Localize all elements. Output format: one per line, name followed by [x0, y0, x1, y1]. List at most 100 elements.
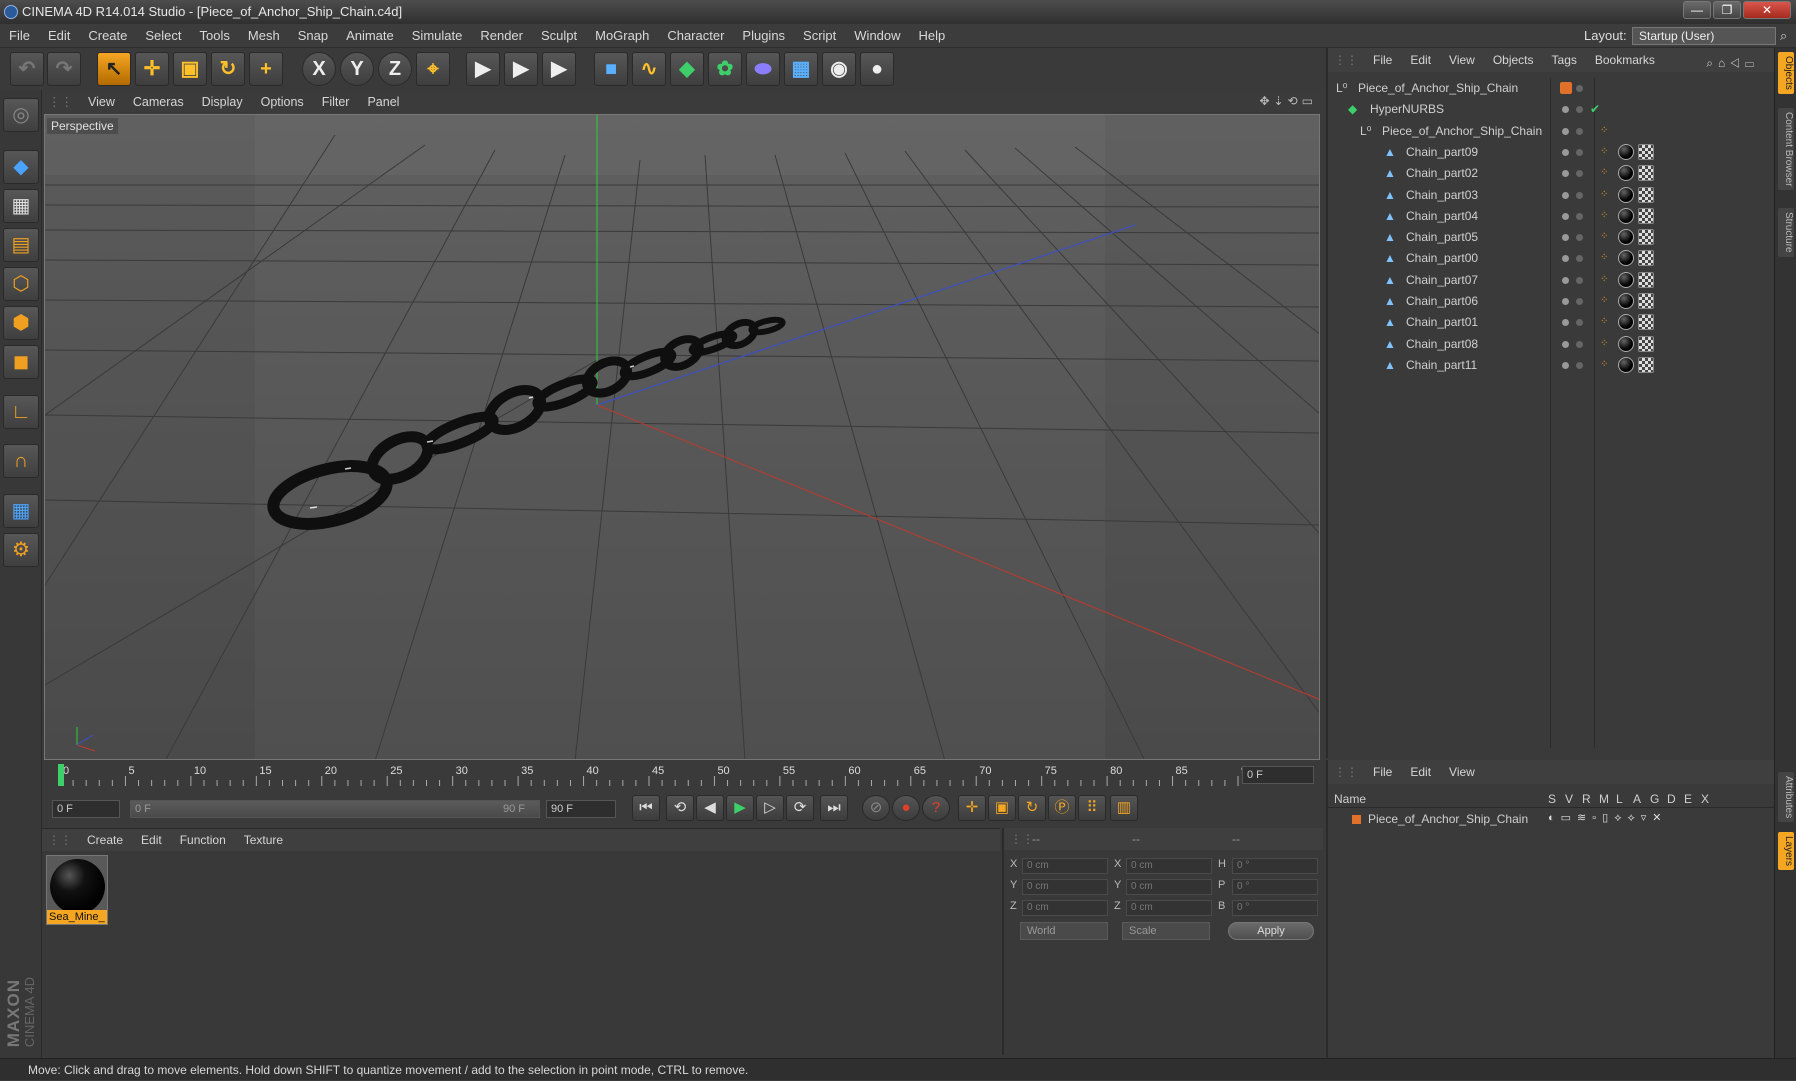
menu-sculpt[interactable]: Sculpt [532, 24, 586, 48]
model-mode-icon[interactable]: ◆ [3, 150, 39, 184]
render-visibility-icon[interactable] [1576, 127, 1583, 135]
texture-tag-icon[interactable] [1638, 314, 1654, 331]
editor-visibility-icon[interactable] [1562, 340, 1569, 348]
menu-window[interactable]: Window [845, 24, 909, 48]
polygons-mode-icon[interactable]: ◼ [3, 345, 39, 379]
texture-tag-icon[interactable] [1638, 165, 1654, 182]
rot-p-field[interactable]: 0 ° [1232, 879, 1318, 895]
viewport-menu-options[interactable]: Options [252, 90, 313, 114]
material-tag-icon[interactable] [1618, 314, 1634, 331]
render-visibility-icon[interactable] [1576, 340, 1583, 348]
object-menu-objects[interactable]: Objects [1484, 48, 1543, 72]
render-visibility-icon[interactable] [1576, 361, 1583, 369]
pos-y-field[interactable]: 0 cm [1022, 879, 1108, 895]
viewport-menu-display[interactable]: Display [193, 90, 252, 114]
editor-visibility-icon[interactable] [1562, 191, 1569, 199]
tab-attributes[interactable]: Attributes [1778, 772, 1794, 823]
material-tag-icon[interactable] [1618, 229, 1634, 246]
phong-tag-icon[interactable]: ⁘ [1600, 334, 1608, 354]
object-row[interactable]: ▲ Chain_part06 ⁘ [1328, 291, 1774, 311]
autokey-icon[interactable]: ? [922, 795, 950, 821]
editor-visibility-icon[interactable] [1562, 170, 1569, 178]
y-axis-lock-button[interactable]: Y [340, 52, 374, 86]
tab-layers[interactable]: Layers [1778, 832, 1794, 871]
size-z-field[interactable]: 0 cm [1126, 900, 1212, 916]
viewport-nav-icons[interactable]: ✥⇣⟲▭ [1259, 94, 1317, 108]
menu-select[interactable]: Select [136, 24, 190, 48]
phong-tag-icon[interactable]: ⁘ [1600, 248, 1608, 268]
play-button[interactable]: ▶ [726, 795, 754, 821]
texture-tag-icon[interactable] [1638, 335, 1654, 352]
material-tag-icon[interactable] [1618, 271, 1634, 288]
points-mode-icon[interactable]: ⬡ [3, 267, 39, 301]
material-menu-create[interactable]: Create [78, 829, 132, 851]
menu-mesh[interactable]: Mesh [239, 24, 289, 48]
render-visibility-icon[interactable] [1576, 276, 1583, 284]
phong-tag-icon[interactable]: ⁘ [1600, 163, 1608, 183]
material-tag-icon[interactable] [1618, 207, 1634, 224]
editor-visibility-icon[interactable] [1562, 234, 1569, 242]
render-visibility-icon[interactable] [1576, 234, 1583, 242]
phong-tag-icon[interactable]: ⁘ [1600, 291, 1608, 311]
editor-visibility-icon[interactable] [1562, 212, 1569, 220]
camera-button[interactable]: ◉ [822, 52, 856, 86]
material-menu-function[interactable]: Function [171, 829, 235, 851]
object-row[interactable]: ▲ Chain_part01 ⁘ [1328, 312, 1774, 332]
move-tool-button[interactable]: ✛ [135, 52, 169, 86]
object-row[interactable]: ▲ Chain_part09 ⁘ [1328, 142, 1774, 162]
object-row[interactable]: ▲ Chain_part07 ⁘ [1328, 270, 1774, 290]
coordinate-mode-dropdown[interactable]: World [1020, 922, 1108, 940]
layer-column-s[interactable]: S [1548, 792, 1556, 806]
render-visibility-icon[interactable] [1576, 170, 1583, 178]
viewport-menu-panel[interactable]: Panel [358, 90, 408, 114]
viewport-menu-cameras[interactable]: Cameras [124, 90, 193, 114]
live-selection-button[interactable]: ↖ [97, 52, 131, 86]
cube-object-button[interactable]: ■ [594, 52, 628, 86]
render-visibility-icon[interactable] [1576, 106, 1583, 114]
render-visibility-icon[interactable] [1576, 191, 1583, 199]
planar-workplane-icon[interactable]: ⚙ [3, 533, 39, 567]
texture-mode-icon[interactable]: ▦ [3, 189, 39, 223]
key-param-icon[interactable]: Ⓟ [1048, 795, 1076, 821]
start-frame-field[interactable]: 0 F [52, 800, 120, 818]
texture-tag-icon[interactable] [1638, 356, 1654, 373]
phong-tag-icon[interactable]: ⁘ [1600, 206, 1608, 226]
recent-tool-button[interactable]: + [249, 52, 283, 86]
key-scale-icon[interactable]: ▣ [988, 795, 1016, 821]
rotate-tool-button[interactable]: ↻ [211, 52, 245, 86]
search-icon[interactable]: ⌕ [1780, 28, 1787, 44]
editor-visibility-icon[interactable] [1562, 298, 1569, 305]
layer-column-v[interactable]: V [1565, 792, 1573, 806]
pos-x-field[interactable]: 0 cm [1022, 858, 1108, 874]
render-visibility-icon[interactable] [1576, 85, 1583, 92]
viewport-menu-filter[interactable]: Filter [313, 90, 359, 114]
make-editable-icon[interactable]: ◎ [3, 98, 39, 132]
texture-tag-icon[interactable] [1638, 229, 1654, 246]
apply-button[interactable]: Apply [1228, 922, 1314, 940]
x-axis-lock-button[interactable]: X [302, 52, 336, 86]
object-row[interactable]: ▲ Chain_part03 ⁘ [1328, 185, 1774, 205]
menu-edit[interactable]: Edit [39, 24, 79, 48]
phong-tag-icon[interactable]: ⁘ [1600, 185, 1608, 205]
object-row[interactable]: ▲ Chain_part04 ⁘ [1328, 206, 1774, 226]
layer-toggle-icons[interactable]: ◐▭≋▫▯⟡⟡▿✕ [1548, 811, 1668, 825]
texture-tag-icon[interactable] [1638, 271, 1654, 288]
object-menu-bookmarks[interactable]: Bookmarks [1586, 48, 1664, 72]
editor-visibility-icon[interactable] [1562, 319, 1569, 327]
minimize-button[interactable]: — [1683, 1, 1711, 19]
previous-key-button[interactable]: ⟲ [666, 795, 694, 821]
material-tag-icon[interactable] [1618, 250, 1634, 267]
editor-visibility-icon[interactable] [1562, 255, 1569, 263]
layer-row[interactable]: Piece_of_Anchor_Ship_Chain ◐▭≋▫▯⟡⟡▿✕ [1328, 810, 1774, 828]
layer-menu-file[interactable]: File [1364, 760, 1401, 784]
go-to-start-button[interactable]: ⏮ [632, 795, 660, 821]
light-button[interactable]: ● [860, 52, 894, 86]
layer-column-l[interactable]: L [1616, 792, 1623, 806]
render-visibility-icon[interactable] [1576, 212, 1583, 220]
frame-range-slider[interactable]: 0 F 90 F [130, 800, 540, 818]
material-tag-icon[interactable] [1618, 356, 1634, 373]
spline-button[interactable]: ∿ [632, 52, 666, 86]
pos-z-field[interactable]: 0 cm [1022, 900, 1108, 916]
undo-button[interactable]: ↶ [10, 52, 44, 86]
motion-record-icon[interactable]: ⊘ [862, 795, 890, 821]
